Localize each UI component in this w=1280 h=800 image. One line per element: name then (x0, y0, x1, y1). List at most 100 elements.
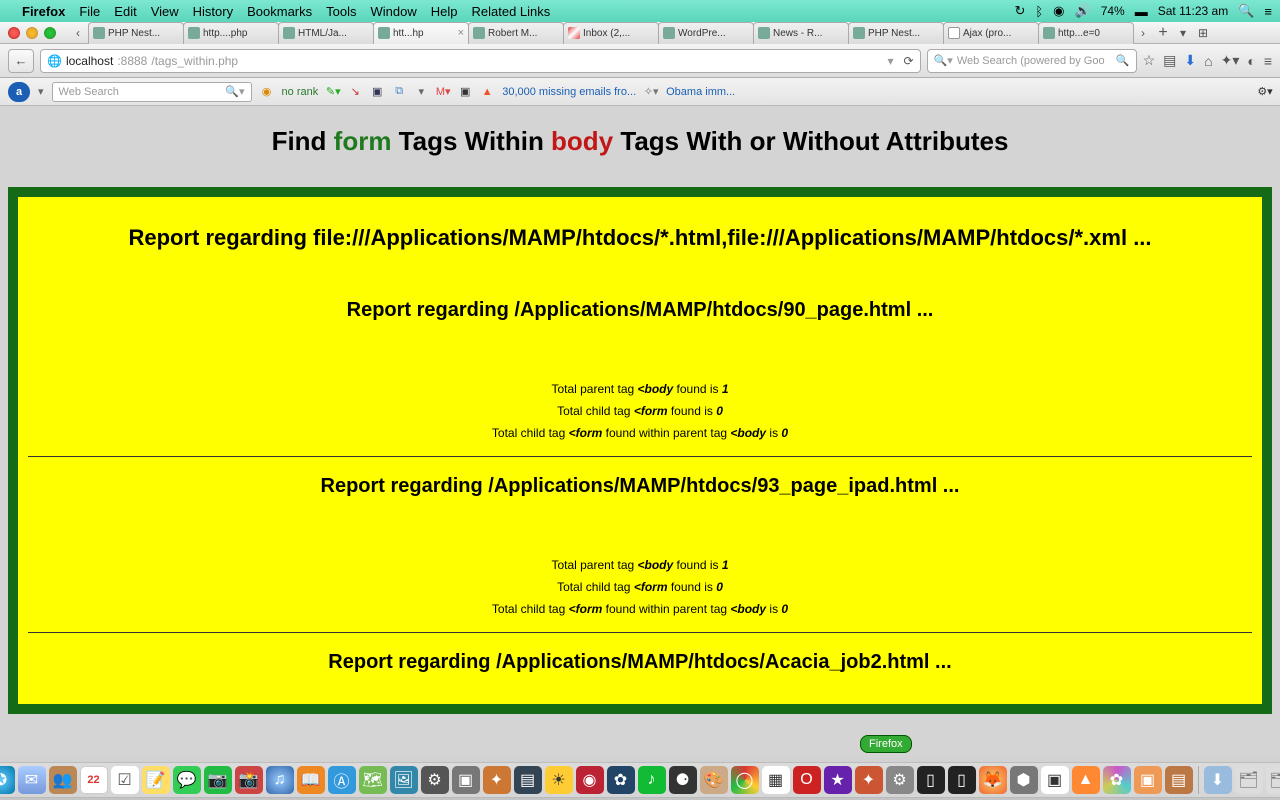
reload-button[interactable]: ⟳ (904, 54, 914, 68)
menu-view[interactable]: View (151, 4, 179, 19)
browser-tab[interactable]: HTML/Ja... (278, 22, 374, 44)
dock-folder-icon[interactable]: 🗂 (1235, 766, 1263, 794)
facetime-icon[interactable]: 📷 (204, 766, 232, 794)
dropdown-icon[interactable]: ▾ (38, 85, 44, 98)
arrow-icon[interactable]: ↘ (348, 85, 362, 99)
picasa-icon[interactable]: ✿ (1103, 766, 1131, 794)
photobooth-icon[interactable]: 📸 (235, 766, 263, 794)
notes-icon[interactable]: 📝 (142, 766, 170, 794)
opera-icon[interactable]: O (793, 766, 821, 794)
dock-app-icon[interactable]: ✦ (483, 766, 511, 794)
firefox-icon[interactable]: 🦊 (979, 766, 1007, 794)
back-button[interactable]: ← (8, 49, 34, 73)
mail-icon[interactable]: ✉ (18, 766, 46, 794)
menu-edit[interactable]: Edit (114, 4, 136, 19)
home-icon[interactable]: ⌂ (1204, 53, 1212, 69)
gear-icon[interactable]: ⚙▾ (1258, 85, 1272, 99)
menu-help[interactable]: Help (431, 4, 458, 19)
dock-app-icon[interactable]: ▤ (514, 766, 542, 794)
search-dropdown-icon[interactable]: 🔍▾ (225, 85, 244, 98)
spotify-icon[interactable]: ♪ (638, 766, 666, 794)
menu-tools[interactable]: Tools (326, 4, 356, 19)
flame-icon[interactable]: ▲ (480, 85, 494, 99)
browser-tab[interactable]: PHP Nest... (88, 22, 184, 44)
url-dropdown-icon[interactable]: ▾ (888, 54, 894, 68)
browser-tab[interactable]: Robert M... (468, 22, 564, 44)
window-zoom-button[interactable] (44, 27, 56, 39)
sync-icon[interactable]: ↻ (1014, 3, 1025, 19)
terminal-icon[interactable]: ▯ (917, 766, 945, 794)
url-bar[interactable]: 🌐 localhost:8888/tags_within.php ▾ ⟳ (40, 49, 921, 73)
downloads-icon[interactable]: ⬇ (1184, 52, 1196, 69)
search-bar[interactable]: 🔍▾ Web Search (powered by Goo 🔍 (927, 49, 1137, 73)
dock-app-icon[interactable]: ★ (824, 766, 852, 794)
reminders-icon[interactable]: ☑ (111, 766, 139, 794)
messages-icon[interactable]: 💬 (173, 766, 201, 794)
pagerank-icon[interactable]: ◉ (260, 85, 274, 99)
dock-app-icon[interactable]: ⬢ (1010, 766, 1038, 794)
spotlight-icon[interactable]: 🔍 (1238, 3, 1254, 19)
window-close-button[interactable] (8, 27, 20, 39)
bookmark-link[interactable]: 30,000 missing emails fro... (502, 86, 636, 98)
dock-app-icon[interactable]: ▣ (452, 766, 480, 794)
downloads-stack-icon[interactable]: ⬇ (1204, 766, 1232, 794)
safari-icon[interactable]: ✪ (0, 766, 15, 794)
browser-tab-active[interactable]: htt...hp× (373, 22, 469, 44)
tab-scroll-left[interactable]: ‹ (68, 22, 88, 44)
page-icon[interactable]: ▣ (370, 85, 384, 99)
browser-tab[interactable]: http...e=0 (1038, 22, 1134, 44)
browser-tab[interactable]: News - R... (753, 22, 849, 44)
terminal-icon[interactable]: ▯ (948, 766, 976, 794)
dock-app-icon[interactable]: ✦ (855, 766, 883, 794)
news-icon[interactable]: ▣ (458, 85, 472, 99)
preview-icon[interactable]: 🖼 (390, 766, 418, 794)
dropdown-icon[interactable]: ▾ (414, 85, 428, 99)
new-tab-button[interactable]: + (1153, 22, 1173, 44)
window-minimize-button[interactable] (26, 27, 38, 39)
dock-app-icon[interactable]: ✿ (607, 766, 635, 794)
notifications-icon[interactable]: ≡ (1264, 4, 1272, 19)
bookmark-link[interactable]: Obama imm... (666, 86, 735, 98)
search-go-icon[interactable]: 🔍 (1116, 54, 1130, 67)
highlighter-icon[interactable]: ✎▾ (326, 85, 340, 99)
systempreferences-icon[interactable]: ⚙ (886, 766, 914, 794)
dock-app-icon[interactable]: ☀ (545, 766, 573, 794)
menu-bookmarks[interactable]: Bookmarks (247, 4, 312, 19)
calendar-icon[interactable]: 22 (80, 766, 108, 794)
tool-icon[interactable]: ✧▾ (644, 85, 658, 99)
browser-tab[interactable]: PHP Nest... (848, 22, 944, 44)
menu-icon[interactable]: ≡ (1264, 53, 1272, 69)
browser-tab[interactable]: Ajax (pro... (943, 22, 1039, 44)
wifi-icon[interactable]: ◉ (1053, 3, 1064, 19)
dock-app-icon[interactable]: ▤ (1165, 766, 1193, 794)
gmail-icon[interactable]: M▾ (436, 85, 450, 99)
bluetooth-icon[interactable]: ᛒ (1035, 4, 1043, 19)
dock-folder-icon[interactable]: 🗂 (1266, 766, 1280, 794)
chrome-icon[interactable]: ◯ (731, 766, 759, 794)
app-menu[interactable]: Firefox (22, 4, 65, 19)
menu-window[interactable]: Window (371, 4, 417, 19)
browser-tab[interactable]: Inbox (2,... (563, 22, 659, 44)
browser-tab[interactable]: http....php (183, 22, 279, 44)
volume-icon[interactable]: 🔊 (1075, 3, 1091, 19)
menu-file[interactable]: File (79, 4, 100, 19)
maps-icon[interactable]: 🗺 (359, 766, 387, 794)
ibooks-icon[interactable]: 📖 (297, 766, 325, 794)
contacts-icon[interactable]: 👥 (49, 766, 77, 794)
dock-app-icon[interactable]: ▣ (1041, 766, 1069, 794)
sync-status-icon[interactable]: ◐ (1247, 53, 1255, 69)
gimp-icon[interactable]: 🎨 (700, 766, 728, 794)
amazon-icon[interactable]: a (8, 82, 30, 102)
vlc-icon[interactable]: ▲ (1072, 766, 1100, 794)
clock[interactable]: Sat 11:23 am (1158, 4, 1229, 18)
browser-tab[interactable]: WordPre... (658, 22, 754, 44)
tab-scroll-right[interactable]: › (1133, 22, 1153, 44)
bookmark-star-icon[interactable]: ☆ (1143, 52, 1156, 69)
dock-app-icon[interactable]: ◉ (576, 766, 604, 794)
dock-app-icon[interactable]: ⚙ (421, 766, 449, 794)
battery-icon[interactable]: ▬ (1135, 4, 1148, 19)
menu-related-links[interactable]: Related Links (472, 4, 551, 19)
dock-app-icon[interactable]: ⚈ (669, 766, 697, 794)
toolbar-search-input[interactable]: Web Search 🔍▾ (52, 82, 252, 102)
tab-close-icon[interactable]: × (458, 27, 464, 39)
